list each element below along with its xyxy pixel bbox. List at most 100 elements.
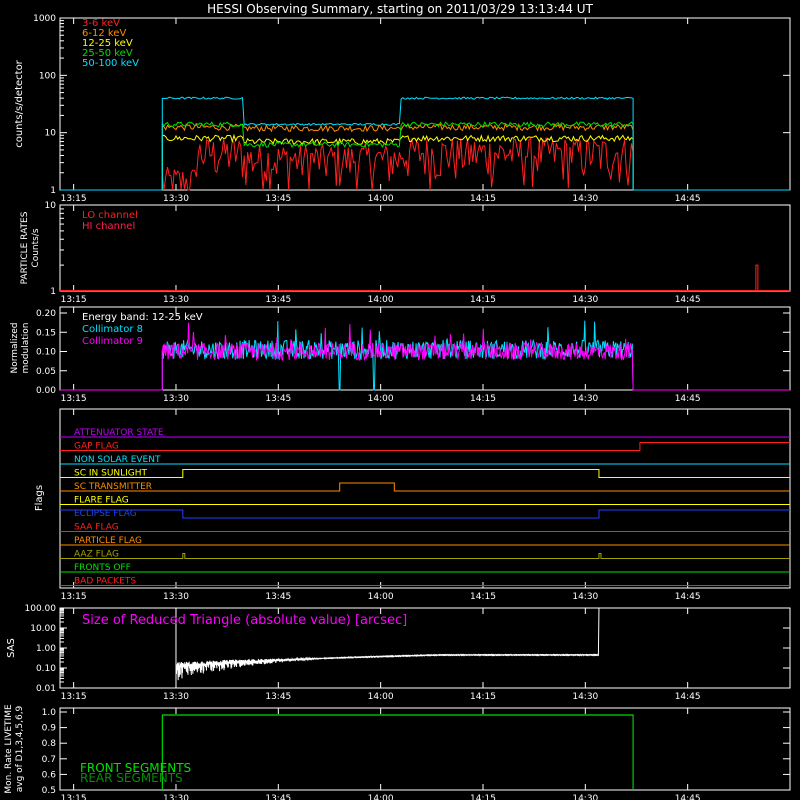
x-tick-label-4-5: 14:30 xyxy=(572,592,598,602)
y-tick-label-6-5: 1.0 xyxy=(42,708,57,718)
x-tick-label-6-2: 13:45 xyxy=(265,794,291,800)
y-tick-label-3-0: 0.00 xyxy=(36,386,56,396)
x-tick-label-1-1: 13:30 xyxy=(163,194,189,204)
y-tick-label-5-1: 0.10 xyxy=(36,664,56,674)
y-tick-label-6-4: 0.9 xyxy=(42,724,57,734)
panel-5-ylabel: SAS xyxy=(6,638,17,658)
modulation-energy-band: Energy band: 12-25 keV xyxy=(82,312,203,323)
x-tick-label-6-0: 13:15 xyxy=(61,794,87,800)
x-tick-label-1-5: 14:30 xyxy=(572,194,598,204)
x-tick-label-1-4: 14:15 xyxy=(470,194,496,204)
panel-count-rates: counts/s/detector 13:15 13:30 13:45 14:00 14… xyxy=(14,14,791,204)
x-tick-label-2-6: 14:45 xyxy=(675,295,701,305)
x-tick-label-1-6: 14:45 xyxy=(675,194,701,204)
x-tick-label-4-2: 13:45 xyxy=(265,592,291,602)
x-tick-label-5-4: 14:15 xyxy=(470,692,496,702)
y-tick-label-6-0: 0.5 xyxy=(42,786,56,796)
x-tick-label-5-3: 14:00 xyxy=(368,692,394,702)
y-tick-label-2-0: 1 xyxy=(50,287,56,297)
panel-2-ylabel-line1: PARTICLE RATES xyxy=(20,211,30,284)
panel-3-ylabel-line1: Normalized xyxy=(10,322,20,373)
x-tick-label-6-4: 14:15 xyxy=(470,794,496,800)
x-tick-label-4-6: 14:45 xyxy=(675,592,701,602)
x-tick-label-3-4: 14:15 xyxy=(470,394,496,404)
x-tick-label-4-1: 13:30 xyxy=(163,592,189,602)
x-tick-label-4-4: 14:15 xyxy=(470,592,496,602)
panel-6-ylabel-line2: avg of D1,3,4,5,6,9 xyxy=(15,705,25,792)
panel-2-frame xyxy=(59,204,791,292)
x-tick-label-5-0: 13:15 xyxy=(61,692,87,702)
y-tick-label-6-3: 0.8 xyxy=(42,739,57,749)
x-tick-label-5-6: 14:45 xyxy=(675,692,701,702)
y-tick-label-3-4: 0.20 xyxy=(36,309,56,319)
lo-channel-spike xyxy=(755,264,759,291)
panel-particle-rates: PARTICLE RATES Counts/s 13:15 13:30 13:45 1… xyxy=(20,201,791,305)
y-tick-label-6-2: 0.7 xyxy=(42,755,56,765)
x-tick-label-2-5: 14:30 xyxy=(572,295,598,305)
sas-annotation: Size of Reduced Triangle (absolute value… xyxy=(82,613,407,628)
x-tick-label-2-1: 13:30 xyxy=(163,295,189,305)
flag-line-eclipse-flag xyxy=(60,509,790,519)
x-tick-label-6-6: 14:45 xyxy=(675,794,701,800)
panel-4-frame xyxy=(59,408,791,589)
legend-50-100-kev: 50-100 keV xyxy=(82,58,139,69)
x-tick-label-3-5: 14:30 xyxy=(572,394,598,404)
x-tick-label-6-1: 13:30 xyxy=(163,794,189,800)
series-line-rear-segments xyxy=(161,714,634,790)
x-tick-label-3-3: 14:00 xyxy=(368,394,394,404)
legend-rear-segments: REAR SEGMENTS xyxy=(80,771,183,785)
y-tick-label-1-0: 1 xyxy=(50,186,56,196)
y-tick-label-3-2: 0.10 xyxy=(36,348,56,358)
flag-line-gap-flag xyxy=(60,442,790,451)
panel-6-ylabel-line1: Mon. Rate LIVETIME xyxy=(4,704,14,794)
chart-title: HESSI Observing Summary, starting on 201… xyxy=(207,2,593,16)
series-line-6-12-kev xyxy=(161,122,634,191)
y-tick-label-1-2: 100 xyxy=(39,71,56,81)
legend-hi-channel: HI channel xyxy=(82,221,135,232)
flag-line-aaz-flag xyxy=(60,553,790,559)
y-tick-label-1-1: 10 xyxy=(45,129,57,139)
x-tick-label-3-0: 13:15 xyxy=(61,394,87,404)
x-tick-label-5-2: 13:45 xyxy=(265,692,291,702)
flag-line-sc-transmitter xyxy=(60,482,790,492)
x-tick-label-1-0: 13:15 xyxy=(61,194,87,204)
panel-4-ylabel: Flags xyxy=(34,485,45,511)
x-tick-label-2-4: 14:15 xyxy=(470,295,496,305)
legend-collimator-9: Collimator 9 xyxy=(82,336,143,347)
y-tick-label-5-2: 1.00 xyxy=(36,644,56,654)
x-tick-label-6-5: 14:30 xyxy=(572,794,598,800)
x-tick-label-5-1: 13:30 xyxy=(163,692,189,702)
panel-1-ylabel: counts/s/detector xyxy=(14,59,25,147)
y-tick-label-2-1: 10 xyxy=(45,201,57,211)
y-tick-label-1-3: 1000 xyxy=(33,14,56,24)
panel-flags: Flags 13:15 13:30 13:45 14:00 14:15 14:30 14:4… xyxy=(34,408,791,602)
x-tick-label-3-6: 14:45 xyxy=(675,394,701,404)
x-tick-label-2-3: 14:00 xyxy=(368,295,394,305)
flag-line-sc-in-sunlight xyxy=(60,469,790,478)
y-tick-label-5-4: 100.00 xyxy=(25,604,57,614)
legend-lo-channel: LO channel xyxy=(82,210,138,221)
x-tick-label-3-1: 13:30 xyxy=(163,394,189,404)
x-tick-label-2-0: 13:15 xyxy=(61,295,87,305)
panel-1-frame xyxy=(59,17,791,191)
observing-summary-chart: HESSI Observing Summary, starting on 201… xyxy=(4,2,791,800)
panel-3-ylabel-line2: modulation xyxy=(21,323,31,374)
y-tick-label-3-3: 0.15 xyxy=(36,328,56,338)
x-tick-label-3-2: 13:45 xyxy=(265,394,291,404)
y-tick-label-5-3: 10.00 xyxy=(30,624,56,634)
x-tick-label-4-3: 14:00 xyxy=(368,592,394,602)
x-tick-label-1-3: 14:00 xyxy=(368,194,394,204)
y-tick-label-3-1: 0.05 xyxy=(36,367,56,377)
y-tick-label-5-0: 0.01 xyxy=(36,684,56,694)
panel-modulation: Normalized modulation 13:15 13:30 13:45 14:… xyxy=(10,306,791,404)
panel-2-ylabel-line2: Counts/s xyxy=(31,228,41,267)
x-tick-label-4-0: 13:15 xyxy=(61,592,87,602)
series-line-25-50-kev xyxy=(161,121,634,191)
series-line-front-segments xyxy=(161,714,634,790)
panel-sas: SAS 13:15 13:30 13:45 14:00 14:15 14:30 14:45 0… xyxy=(6,604,791,702)
panel-livetime: Mon. Rate LIVETIME avg of D1,3,4,5,6,9 1… xyxy=(4,704,791,800)
x-tick-label-1-2: 13:45 xyxy=(265,194,291,204)
x-tick-label-6-3: 14:00 xyxy=(368,794,394,800)
x-tick-label-5-5: 14:30 xyxy=(572,692,598,702)
x-tick-label-2-2: 13:45 xyxy=(265,295,291,305)
